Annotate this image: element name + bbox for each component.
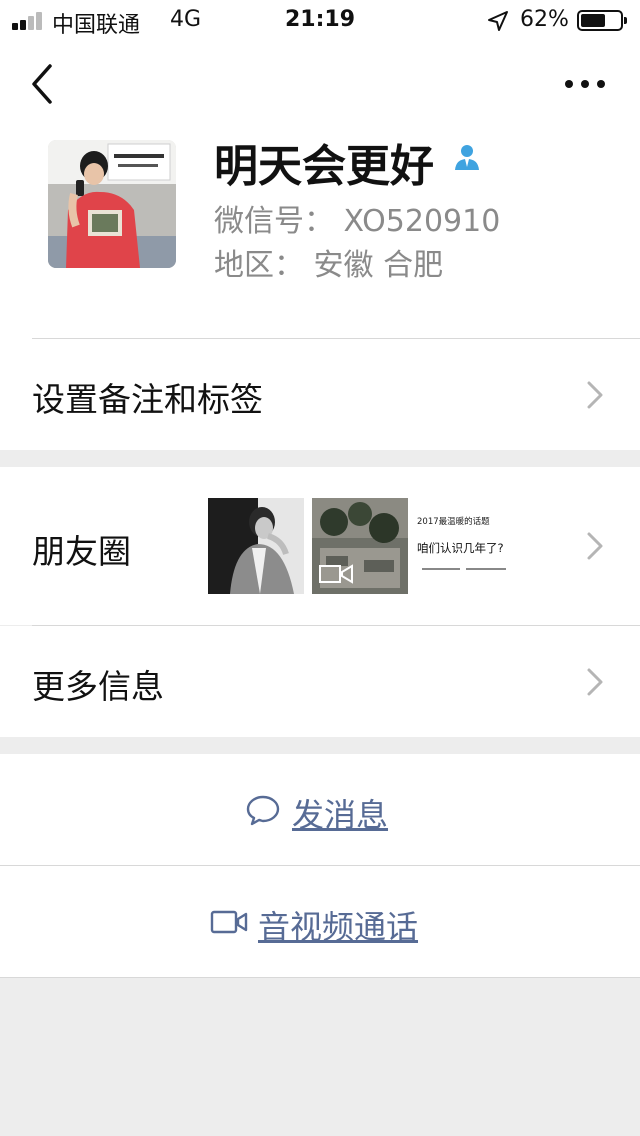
- more-info-row[interactable]: 更多信息: [0, 626, 640, 737]
- person-badge-icon: [455, 145, 479, 170]
- chevron-right-icon: [587, 532, 603, 560]
- location-arrow-icon: [488, 11, 508, 31]
- battery-percent: 62%: [520, 7, 569, 32]
- moments-video-thumb: [312, 498, 408, 594]
- moments-text-card: 2017最温暖的话题 咱们认识几年了?: [416, 498, 512, 594]
- more-dots-icon[interactable]: [560, 76, 610, 92]
- moments-label: 朋友圈: [32, 532, 131, 571]
- chevron-right-icon: [587, 381, 603, 409]
- remark-tags-label: 设置备注和标签: [32, 380, 263, 419]
- video-call-label[interactable]: 音视频通话: [258, 902, 418, 948]
- chevron-left-icon[interactable]: [28, 62, 58, 106]
- text-card-title: 2017最温暖的话题: [417, 516, 490, 527]
- battery-icon: [577, 10, 627, 31]
- video-call-button[interactable]: 音视频通话: [0, 866, 640, 978]
- send-message-label[interactable]: 发消息: [292, 790, 388, 836]
- wechat-id: 微信号： XO520910: [214, 204, 501, 239]
- moments-photo-1: [208, 498, 304, 594]
- profile-name: 明天会更好: [214, 141, 434, 192]
- more-info-label: 更多信息: [32, 667, 164, 706]
- avatar[interactable]: [48, 140, 176, 268]
- profile-header: 明天会更好 微信号： XO520910 地区： 安徽 合肥: [0, 120, 640, 340]
- nav-bar: [0, 40, 640, 130]
- moments-row[interactable]: 朋友圈 2017最温暖的话题 咱们认识几年了?: [0, 467, 640, 625]
- send-message-button[interactable]: 发消息: [0, 754, 640, 866]
- remark-tags-row[interactable]: 设置备注和标签: [0, 339, 640, 450]
- status-bar: 中国联通 4G 21:19 62%: [0, 0, 640, 40]
- divider: [0, 977, 640, 978]
- region: 地区： 安徽 合肥: [214, 248, 444, 283]
- chat-bubble-icon: [246, 795, 280, 826]
- text-card-main: 咱们认识几年了?: [417, 541, 504, 555]
- chevron-right-icon: [587, 668, 603, 696]
- video-camera-icon: [210, 910, 248, 934]
